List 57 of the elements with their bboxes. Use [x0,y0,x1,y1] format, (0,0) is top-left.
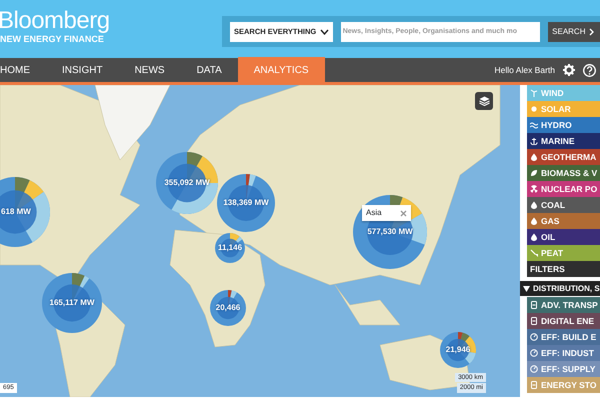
anchor-icon [530,137,538,145]
nav-tab[interactable]: DATA [180,56,238,84]
document-icon [530,317,538,325]
category-item[interactable]: GAS [527,213,600,229]
gauge-icon [530,349,538,357]
search-button[interactable]: SEARCH [548,22,600,42]
category-item[interactable]: MARINE [527,133,600,149]
category-item[interactable]: EFF: INDUST [527,345,600,361]
pie-marker[interactable] [0,177,50,247]
pie-marker[interactable] [215,233,245,263]
settings-icon[interactable] [563,64,575,76]
logo-subtitle: NEW ENERGY FINANCE [0,34,105,44]
nav-tab[interactable]: HOME [0,56,46,84]
marker-value: 577,530 MW [366,226,414,238]
nav-tab[interactable]: INSIGHT [46,56,119,84]
user-greeting[interactable]: Hello Alex Barth [494,64,555,76]
sun-icon [530,105,538,113]
layers-button[interactable] [475,92,493,110]
pie-marker[interactable] [210,290,246,326]
radiation-icon [530,185,538,193]
marker-value: 165,117 MW [48,297,96,309]
category-item[interactable]: HYDRO [527,117,600,133]
marker-value: 355,092 MW [163,177,211,189]
gauge-icon [530,333,538,341]
category-item[interactable]: OIL [527,229,600,245]
category-item[interactable]: EFF: SUPPLY [527,361,600,377]
chevron-right-icon [589,28,594,36]
marker-value: 20,466 [214,302,242,314]
category-item[interactable]: EFF: BUILD E [527,329,600,345]
layers-icon [478,96,490,106]
category-item[interactable]: ADV. TRANSP [527,297,600,313]
leaf-icon [530,169,538,177]
chevron-down-icon [320,28,329,34]
marker-value: 138,369 MW [222,197,270,209]
category-item[interactable]: GEOTHERMA [527,149,600,165]
pie-marker[interactable] [156,152,218,214]
pie-marker[interactable] [217,174,275,232]
bus-icon [530,301,538,309]
help-icon[interactable] [583,64,596,76]
battery-icon [530,381,538,389]
gauge-icon [530,365,538,373]
popup-title: Asia [366,207,382,219]
waves-icon [530,121,538,129]
pie-marker[interactable] [42,273,102,333]
category-item[interactable]: DIGITAL ENE [527,313,600,329]
marker-value: 618 MW [1,206,32,218]
close-icon[interactable] [400,210,407,216]
filters-button[interactable]: FILTERS [527,261,600,277]
marker-value: 11,146 [216,242,244,254]
triangle-icon [523,286,530,292]
shovel-icon [530,249,538,257]
nav-tab[interactable]: NEWS [118,56,181,84]
section-header[interactable]: DISTRIBUTION, S [519,281,600,296]
category-item[interactable]: NUCLEAR PO [527,181,600,197]
category-item[interactable]: COAL [527,197,600,213]
wind-icon [530,89,538,97]
category-item[interactable]: BIOMASS & V [527,165,600,181]
